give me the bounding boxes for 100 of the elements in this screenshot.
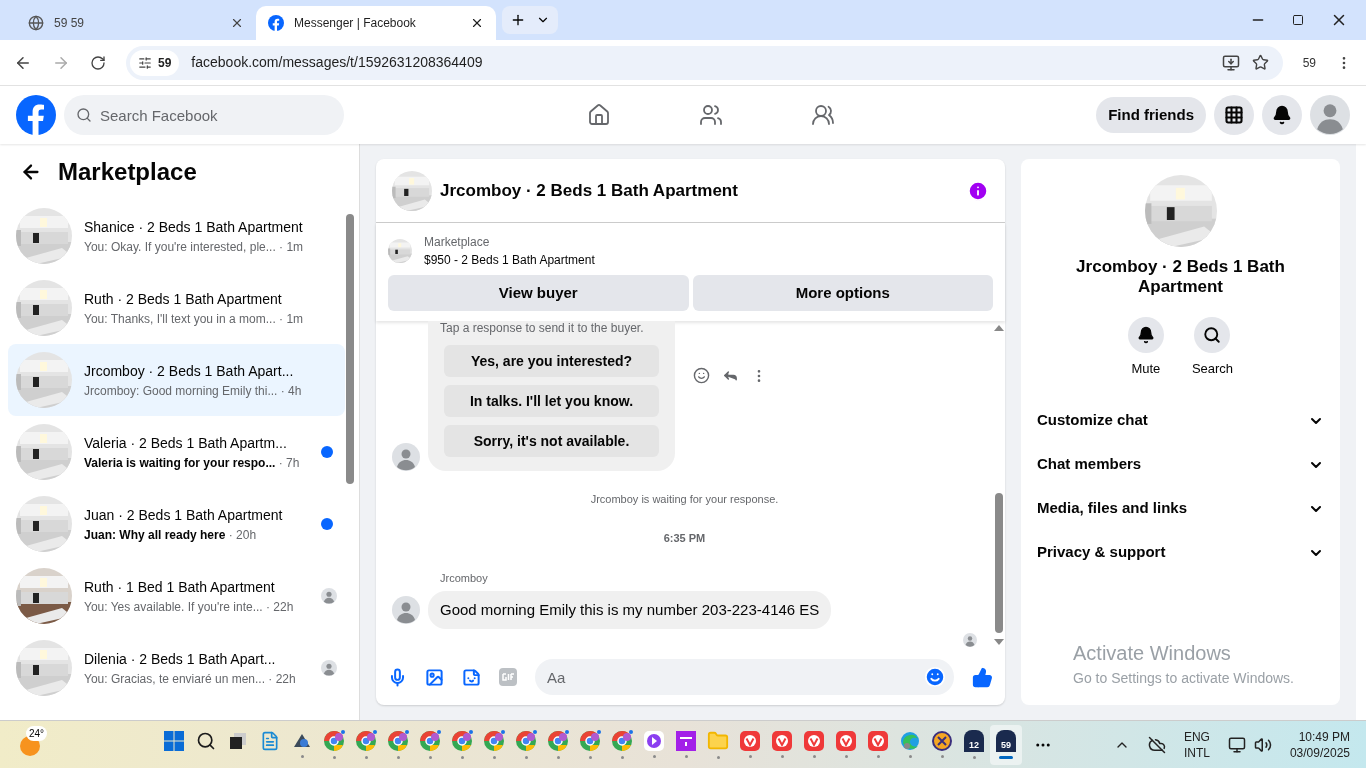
browser-profile-icon[interactable] bbox=[515, 730, 537, 752]
site-settings-icon bbox=[138, 55, 152, 70]
quick-reply-button[interactable]: In talks. I'll let you know. bbox=[444, 385, 659, 417]
windows-start-icon[interactable] bbox=[164, 731, 184, 751]
details-section[interactable]: Privacy & support bbox=[1029, 530, 1332, 575]
vivaldi-browser-icon[interactable] bbox=[804, 731, 824, 751]
vivaldi-browser-icon[interactable] bbox=[836, 731, 856, 751]
grid-icon bbox=[1224, 105, 1244, 125]
find-friends-button[interactable]: Find friends bbox=[1096, 97, 1206, 133]
search-field[interactable]: Search Facebook bbox=[64, 95, 344, 135]
sender-avatar bbox=[392, 443, 420, 471]
home-icon bbox=[587, 103, 612, 127]
address-bar[interactable]: 59 facebook.com/messages/t/1592631208364409 bbox=[126, 45, 1283, 80]
menu-button[interactable] bbox=[1214, 95, 1254, 135]
browser-profile-icon[interactable] bbox=[451, 730, 473, 752]
search-button[interactable]: Search bbox=[1191, 317, 1234, 379]
maximize-icon[interactable] bbox=[1292, 14, 1304, 26]
quick-reply-button[interactable]: Yes, are you interested? bbox=[444, 345, 659, 377]
language-indicator[interactable]: INTL bbox=[1183, 744, 1210, 761]
calendar-app-icon[interactable]: 12 bbox=[964, 730, 984, 752]
bookmark-star-icon[interactable] bbox=[1251, 54, 1269, 71]
conversation-item[interactable]: Dilenia · 2 Beds 1 Bath Apart... You: Gracias, te enviaré un men... · 22h bbox=[8, 632, 345, 704]
cloud-icon[interactable] bbox=[1147, 735, 1166, 754]
conversation-item[interactable]: Juan · 2 Beds 1 Bath Apartment Juan: Why all ready here · 20h bbox=[8, 488, 345, 560]
globe-icon bbox=[28, 15, 44, 31]
browser-profile-icon[interactable] bbox=[355, 730, 377, 752]
close-tab-icon[interactable] bbox=[230, 16, 244, 30]
taskbar-app[interactable]: 12 bbox=[958, 724, 990, 765]
reload-icon[interactable] bbox=[90, 54, 106, 71]
search-icon[interactable] bbox=[196, 731, 216, 751]
vivaldi-browser-icon[interactable] bbox=[868, 731, 888, 751]
photo-icon[interactable] bbox=[425, 667, 444, 687]
close-tab-icon[interactable] bbox=[470, 16, 484, 30]
conversation-item[interactable]: Ruth · 2 Beds 1 Bath Apartment You: Thanks, I'll text you in a mom... · 1m bbox=[8, 272, 345, 344]
sender-avatar bbox=[392, 595, 420, 624]
quick-reply-hint: Tap a response to send it to the buyer. bbox=[440, 320, 645, 337]
profile-avatar bbox=[1310, 95, 1350, 135]
sticker-icon[interactable] bbox=[462, 667, 481, 687]
media-player-app-icon[interactable] bbox=[644, 731, 664, 751]
browser-profile-icon[interactable] bbox=[483, 730, 505, 752]
install-app-icon[interactable] bbox=[1221, 53, 1240, 72]
like-icon[interactable] bbox=[972, 666, 993, 688]
conversation-item[interactable]: Valeria · 2 Beds 1 Bath Apartm... Valeria is waiting for your respo... · 7h bbox=[8, 416, 345, 488]
browser-profile-icon[interactable] bbox=[579, 730, 601, 752]
conversation-name: Valeria · 2 Beds 1 Bath Apartm... bbox=[84, 433, 288, 453]
language-indicator[interactable]: ENG bbox=[1183, 728, 1210, 745]
info-icon[interactable] bbox=[967, 179, 989, 202]
listing-title[interactable]: $950 - 2 Beds 1 Bath Apartment bbox=[424, 251, 595, 269]
site-info-button[interactable]: 59 bbox=[130, 49, 180, 76]
volume-icon[interactable] bbox=[1253, 735, 1272, 754]
app-tile-icon[interactable] bbox=[676, 731, 696, 751]
browser-profile-icon[interactable] bbox=[387, 730, 409, 752]
quick-reply-button[interactable]: Sorry, it's not available. bbox=[444, 425, 659, 457]
notepad-icon[interactable] bbox=[260, 731, 280, 751]
listing-action-button[interactable]: View buyer bbox=[388, 275, 689, 311]
seen-avatar bbox=[321, 588, 337, 604]
browser-tab[interactable]: 59 59 bbox=[16, 6, 256, 40]
weather-temperature[interactable]: 24° bbox=[26, 725, 48, 741]
network-icon[interactable] bbox=[1227, 735, 1246, 754]
details-section[interactable]: Chat members bbox=[1029, 442, 1332, 487]
browser-profile-icon[interactable] bbox=[547, 730, 569, 752]
browser-profile-icon[interactable] bbox=[323, 730, 345, 752]
react-icon[interactable] bbox=[693, 367, 710, 384]
details-section[interactable]: Media, files and links bbox=[1029, 486, 1332, 531]
browser-profile-icon[interactable] bbox=[611, 730, 633, 752]
vivaldi-browser-icon[interactable] bbox=[772, 731, 792, 751]
sidebar-title: Marketplace bbox=[58, 157, 197, 187]
activation-text: Go to Settings to activate Windows. bbox=[1073, 669, 1295, 688]
task-view-icon[interactable] bbox=[228, 731, 248, 751]
notifications-button[interactable] bbox=[1262, 95, 1302, 135]
site-count-label: 59 bbox=[158, 54, 172, 72]
microphone-icon[interactable] bbox=[388, 667, 407, 687]
new-tab-icon[interactable] bbox=[510, 12, 526, 28]
vivaldi-browser-icon[interactable] bbox=[740, 731, 760, 751]
clock-time[interactable]: 10:49 PM bbox=[1298, 728, 1350, 745]
details-section[interactable]: Customize chat bbox=[1029, 398, 1332, 443]
timestamp: 6:35 PM bbox=[662, 530, 707, 546]
edge-browser-icon[interactable] bbox=[900, 731, 920, 751]
bell-icon bbox=[1272, 105, 1292, 125]
seen-avatar bbox=[963, 633, 977, 647]
listing-action-button[interactable]: More options bbox=[692, 275, 993, 311]
seen-avatar bbox=[321, 660, 337, 676]
conversation-name: Ruth · 2 Beds 1 Bath Apartment bbox=[84, 289, 283, 309]
browser-tab[interactable]: Messenger | Facebook bbox=[256, 6, 496, 40]
page-scrollbar[interactable] bbox=[1356, 144, 1366, 720]
facebook-logo-icon[interactable] bbox=[16, 95, 56, 135]
conversation-item[interactable]: Shanice · 2 Beds 1 Bath Apartment You: Okay. If you're interested, ple... · 1m bbox=[8, 200, 345, 272]
chat-title[interactable]: Jrcomboy · 2 Beds 1 Bath Apartment bbox=[440, 177, 959, 204]
search-icon bbox=[76, 107, 92, 123]
calendar-app-icon[interactable]: 59 bbox=[996, 730, 1016, 752]
taskbar-app[interactable]: 59 bbox=[990, 724, 1022, 765]
browser-profile-icon[interactable] bbox=[419, 730, 441, 752]
emoji-icon[interactable] bbox=[924, 666, 946, 688]
conversation-item[interactable]: Ruth · 1 Bed 1 Bath Apartment You: Yes available. If you're inte... · 22h bbox=[8, 560, 345, 632]
clock-date[interactable]: 03/09/2025 bbox=[1289, 744, 1350, 761]
conversation-item[interactable]: Jrcomboy · 2 Beds 1 Bath Apart... Jrcomboy: Good morning Emily thi... · 4h bbox=[8, 344, 345, 416]
facebook-logo-icon[interactable] bbox=[268, 15, 284, 31]
profile-count[interactable]: 59 bbox=[1302, 53, 1316, 72]
circle-x-app-icon[interactable] bbox=[932, 731, 952, 751]
message-field[interactable]: Aa bbox=[535, 659, 954, 695]
